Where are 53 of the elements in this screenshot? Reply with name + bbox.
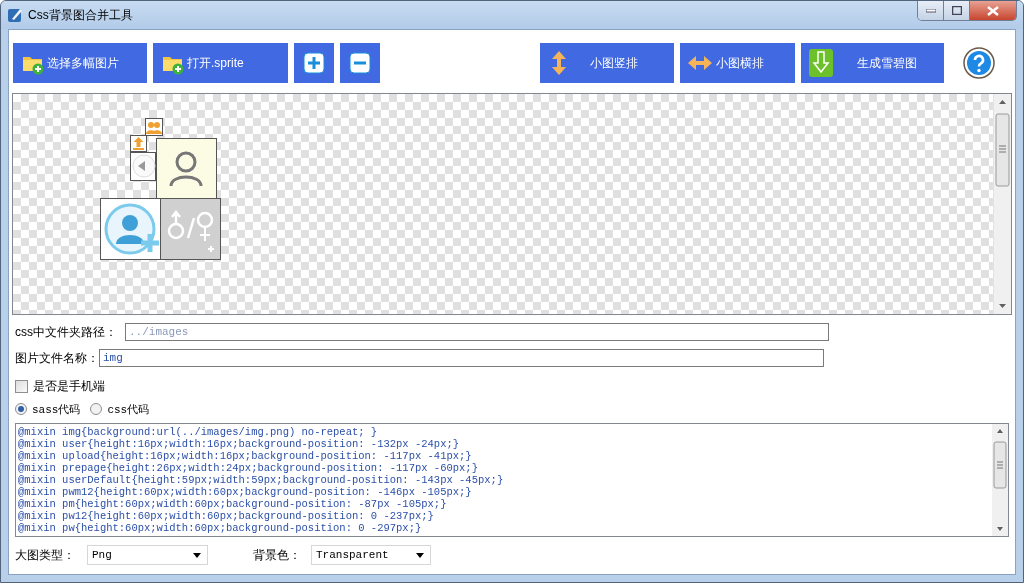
checkbox-label: 是否是手机端 [33,377,105,395]
vertical-arrows-icon [552,51,566,75]
background-color-dropdown[interactable]: Transparent [311,545,431,565]
minimize-icon [925,8,936,13]
download-arrow-icon [809,49,833,77]
mobile-checkbox[interactable] [15,379,28,393]
generate-button[interactable]: 生成雪碧图 [801,43,944,83]
radio-label: css代码 [107,402,150,417]
image-type-dropdown[interactable]: Png [87,545,208,565]
maximize-button[interactable] [944,1,970,20]
add-button[interactable] [294,43,334,83]
plus-icon [303,52,325,74]
maximize-icon [951,6,962,15]
add-user-icon [100,198,161,260]
minus-icon [349,52,371,74]
code-line: @mixin user{height:16px;width:16px;background-position: -132px -24px;} [18,438,461,450]
code-line: @mixin prepage{height:26px;width:24px;background-position: -117px -60px;} [18,462,479,474]
app-icon [7,7,23,23]
scrollbar-drawing[interactable] [992,424,1008,536]
code-line: @mixin pw12{height:60px;width:60px;background-position: 0 -237px;} [18,510,435,522]
radio-button[interactable] [15,403,27,415]
radio-label: sass代码 [32,402,81,417]
file-name-field[interactable]: img [99,349,824,367]
window-title: Css背景图合并工具 [28,6,134,24]
back-arrow-icon [130,152,156,181]
field-label: 大图类型： [15,546,75,564]
code-line: @mixin upload{height:16px;width:16px;background-position: -117px -41px;} [18,450,473,462]
vertical-arrange-button[interactable]: 小图竖排 [540,43,674,83]
dropdown-arrow-icon [416,552,424,558]
user-icon [156,138,217,199]
upload-icon [130,135,147,152]
field-label: css中文件夹路径： [15,323,117,341]
horizontal-arrows-icon [688,56,712,70]
field-label: 背景色： [253,546,301,564]
code-line: @mixin pwm12{height:60px;width:60px;background-position: -146px -105px;} [18,486,473,498]
close-button[interactable] [970,1,1016,20]
code-line: @mixin img{background:url(../images/img.png) no-repeat; } [18,426,379,438]
close-icon [987,5,999,16]
gender-icon [160,198,221,260]
code-line: @mixin pm{height:60px;width:60px;background-position: -87px -105px;} [18,498,448,510]
horizontal-arrange-button[interactable]: 小图横排 [680,43,795,83]
folder-path-field[interactable]: ../images [125,323,829,341]
dropdown-arrow-icon [193,552,201,558]
open-sprite-button[interactable]: 打开.sprite [153,43,288,83]
remove-button[interactable] [340,43,380,83]
code-line: @mixin userDefault{height:59px;width:59px;background-position: -143px -45px;} [18,474,505,486]
group-icon [145,118,163,136]
help-icon [963,47,995,79]
minimize-button[interactable] [918,1,944,20]
code-line: @mixin pw{height:60px;width:60px;background-position: 0 -297px;} [18,522,423,534]
select-images-button[interactable]: 选择多幅图片 [13,43,147,83]
radio-button[interactable] [90,403,103,415]
field-label: 图片文件名称： [15,349,99,367]
